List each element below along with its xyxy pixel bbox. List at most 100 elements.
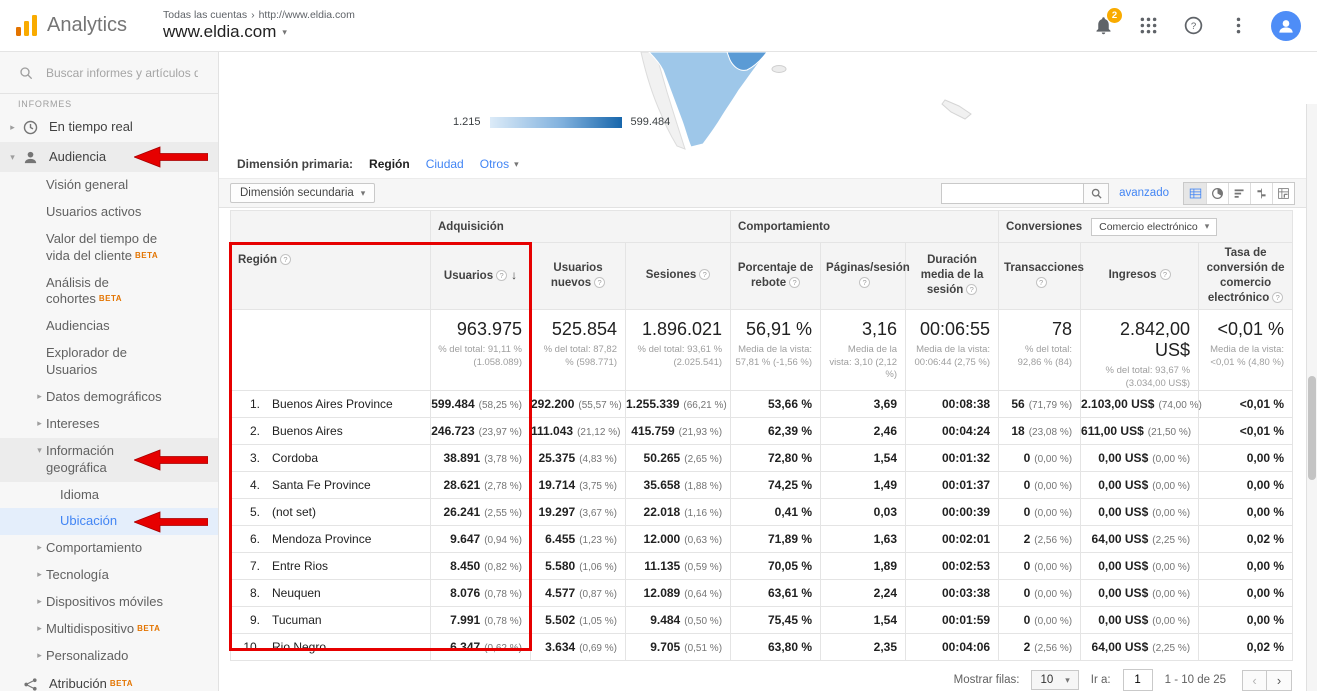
chevron-right-icon[interactable]: ▸ [33, 621, 46, 635]
paginas-cell: 0,03 [821, 499, 906, 526]
chevron-right-icon[interactable]: ▸ [6, 120, 19, 134]
apps-grid-button[interactable] [1136, 14, 1160, 38]
help-icon[interactable]: ? [699, 269, 710, 280]
prev-page-button[interactable]: ‹ [1242, 670, 1267, 691]
region-cell[interactable]: 2.Buenos Aires [231, 418, 431, 445]
region-cell[interactable]: 10.Rio Negro [231, 634, 431, 661]
help-icon[interactable]: ? [859, 277, 870, 288]
table-view-icon[interactable] [1184, 183, 1206, 204]
column-header-sesiones[interactable]: Sesiones? [626, 243, 731, 310]
chevron-right-icon[interactable]: ▸ [33, 648, 46, 662]
sidebar-item-idioma[interactable]: Idioma [0, 482, 218, 509]
chevron-right-icon[interactable]: ▸ [33, 594, 46, 608]
help-icon[interactable]: ? [789, 277, 800, 288]
column-header-tasa[interactable]: Tasa de conversión de comercio electróni… [1199, 243, 1293, 310]
column-header-transacciones[interactable]: Transacciones? [999, 243, 1081, 310]
map-visualization[interactable] [627, 52, 1027, 150]
usuarios-nuevos-cell: 3.634(0,69 %) [531, 634, 626, 661]
breadcrumb-property[interactable]: http://www.eldia.com [259, 9, 355, 21]
sidebar-item-en-tiempo-real[interactable]: ▸En tiempo real [0, 112, 218, 142]
sidebar-item-audiencia[interactable]: ▾Audiencia [0, 142, 218, 172]
column-header-rebote[interactable]: Porcentaje de rebote? [731, 243, 821, 310]
help-icon[interactable]: ? [966, 284, 977, 295]
advanced-search-link[interactable]: avanzado [1119, 187, 1169, 199]
summary-ingresos: 2.842,00 US$% del total: 93,67 % (3.034,… [1081, 309, 1199, 391]
region-cell[interactable]: 9.Tucuman [231, 607, 431, 634]
performance-view-icon[interactable] [1228, 183, 1250, 204]
notifications-button[interactable]: 2 [1091, 14, 1115, 38]
sidebar-item-intereses[interactable]: ▸Intereses [0, 411, 218, 438]
next-page-button[interactable]: › [1267, 670, 1292, 691]
help-button[interactable]: ? [1181, 14, 1205, 38]
dimension-option-city[interactable]: Ciudad [426, 157, 464, 171]
sidebar-item-informacion-geografica[interactable]: ▾Información geográfica [0, 438, 218, 482]
sidebar-item-personalizado[interactable]: ▸Personalizado [0, 643, 218, 670]
sesiones-cell: 50.265(2,65 %) [626, 445, 731, 472]
help-icon[interactable]: ? [1272, 292, 1283, 303]
sidebar-item-vision-general[interactable]: Visión general [0, 172, 218, 199]
chevron-down-icon[interactable]: ▾ [6, 150, 19, 164]
help-icon[interactable]: ? [1160, 269, 1171, 280]
region-cell[interactable]: 5.(not set) [231, 499, 431, 526]
analytics-logo-icon [14, 14, 40, 38]
avatar[interactable] [1271, 11, 1301, 41]
sidebar-item-tecnologia[interactable]: ▸Tecnología [0, 562, 218, 589]
sidebar-item-audiencias[interactable]: Audiencias [0, 313, 218, 340]
sidebar-item-explorador-usuarios[interactable]: Explorador de Usuarios [0, 340, 218, 384]
secondary-dimension-button[interactable]: Dimensión secundaria ▾ [230, 183, 375, 203]
column-header-region[interactable]: Región? [231, 211, 431, 310]
paginas-cell: 1,54 [821, 607, 906, 634]
column-header-usuarios[interactable]: Usuarios?↓ [431, 243, 531, 310]
comparison-view-icon[interactable] [1250, 183, 1272, 204]
column-header-usuarios-nuevos[interactable]: Usuarios nuevos? [531, 243, 626, 310]
goto-page-input[interactable] [1123, 669, 1153, 691]
sidebar-search[interactable] [0, 52, 218, 94]
sidebar-item-datos-demograficos[interactable]: ▸Datos demográficos [0, 384, 218, 411]
sidebar-item-atribucion[interactable]: AtribuciónBETA [0, 670, 218, 691]
sidebar-item-dispositivos-moviles[interactable]: ▸Dispositivos móviles [0, 589, 218, 616]
help-icon[interactable]: ? [1036, 277, 1047, 288]
tasa-cell: 0,02 % [1199, 634, 1293, 661]
breadcrumb[interactable]: Todas las cuentas›http://www.eldia.com [163, 9, 355, 21]
account-selector[interactable]: www.eldia.com ▾ [163, 22, 355, 42]
pivot-view-icon[interactable] [1272, 183, 1294, 204]
sidebar-search-input[interactable] [46, 66, 198, 80]
table-search-button[interactable] [1083, 183, 1109, 204]
breadcrumb-accounts[interactable]: Todas las cuentas [163, 9, 247, 21]
dimension-option-region[interactable]: Región [369, 157, 410, 171]
conversion-type-select[interactable]: Comercio electrónico▾ [1091, 218, 1217, 236]
region-cell[interactable]: 1.Buenos Aires Province [231, 391, 431, 418]
sidebar-item-valor-tiempo-vida-cliente[interactable]: Valor del tiempo de vida del clienteBETA [0, 226, 218, 270]
chevron-right-icon[interactable]: ▸ [33, 416, 46, 430]
rows-per-page-select[interactable]: 10 ▾ [1031, 670, 1078, 690]
help-icon[interactable]: ? [594, 277, 605, 288]
logo-area[interactable]: Analytics [0, 14, 137, 38]
more-options-button[interactable] [1226, 14, 1250, 38]
sidebar-item-ubicacion[interactable]: Ubicación [0, 508, 218, 535]
region-cell[interactable]: 8.Neuquen [231, 580, 431, 607]
chevron-right-icon[interactable]: ▸ [33, 389, 46, 403]
scrollbar-thumb[interactable] [1308, 376, 1316, 480]
chevron-right-icon[interactable]: ▸ [33, 540, 46, 554]
table-search-input[interactable] [941, 183, 1083, 204]
region-cell[interactable]: 4.Santa Fe Province [231, 472, 431, 499]
dimension-option-others[interactable]: Otros ▾ [480, 157, 519, 171]
sidebar-item-analisis-cohortes[interactable]: Análisis de cohortesBETA [0, 270, 218, 314]
chevron-right-icon[interactable]: ▸ [33, 567, 46, 581]
region-cell[interactable]: 7.Entre Rios [231, 553, 431, 580]
region-cell[interactable]: 3.Cordoba [231, 445, 431, 472]
sesiones-cell: 35.658(1,88 %) [626, 472, 731, 499]
vertical-scrollbar[interactable] [1306, 104, 1317, 691]
help-icon[interactable]: ? [280, 254, 291, 265]
usuarios-nuevos-cell: 292.200(55,57 %) [531, 391, 626, 418]
column-header-duracion[interactable]: Duración media de la sesión? [906, 243, 999, 310]
help-icon[interactable]: ? [496, 270, 507, 281]
column-header-ingresos[interactable]: Ingresos? [1081, 243, 1199, 310]
sidebar-item-multidispositivo[interactable]: ▸MultidispositivoBETA [0, 616, 218, 643]
region-cell[interactable]: 6.Mendoza Province [231, 526, 431, 553]
chevron-down-icon[interactable]: ▾ [33, 443, 46, 457]
column-header-paginas[interactable]: Páginas/sesión? [821, 243, 906, 310]
sidebar-item-usuarios-activos[interactable]: Usuarios activos [0, 199, 218, 226]
percentage-view-icon[interactable] [1206, 183, 1228, 204]
sidebar-item-comportamiento[interactable]: ▸Comportamiento [0, 535, 218, 562]
